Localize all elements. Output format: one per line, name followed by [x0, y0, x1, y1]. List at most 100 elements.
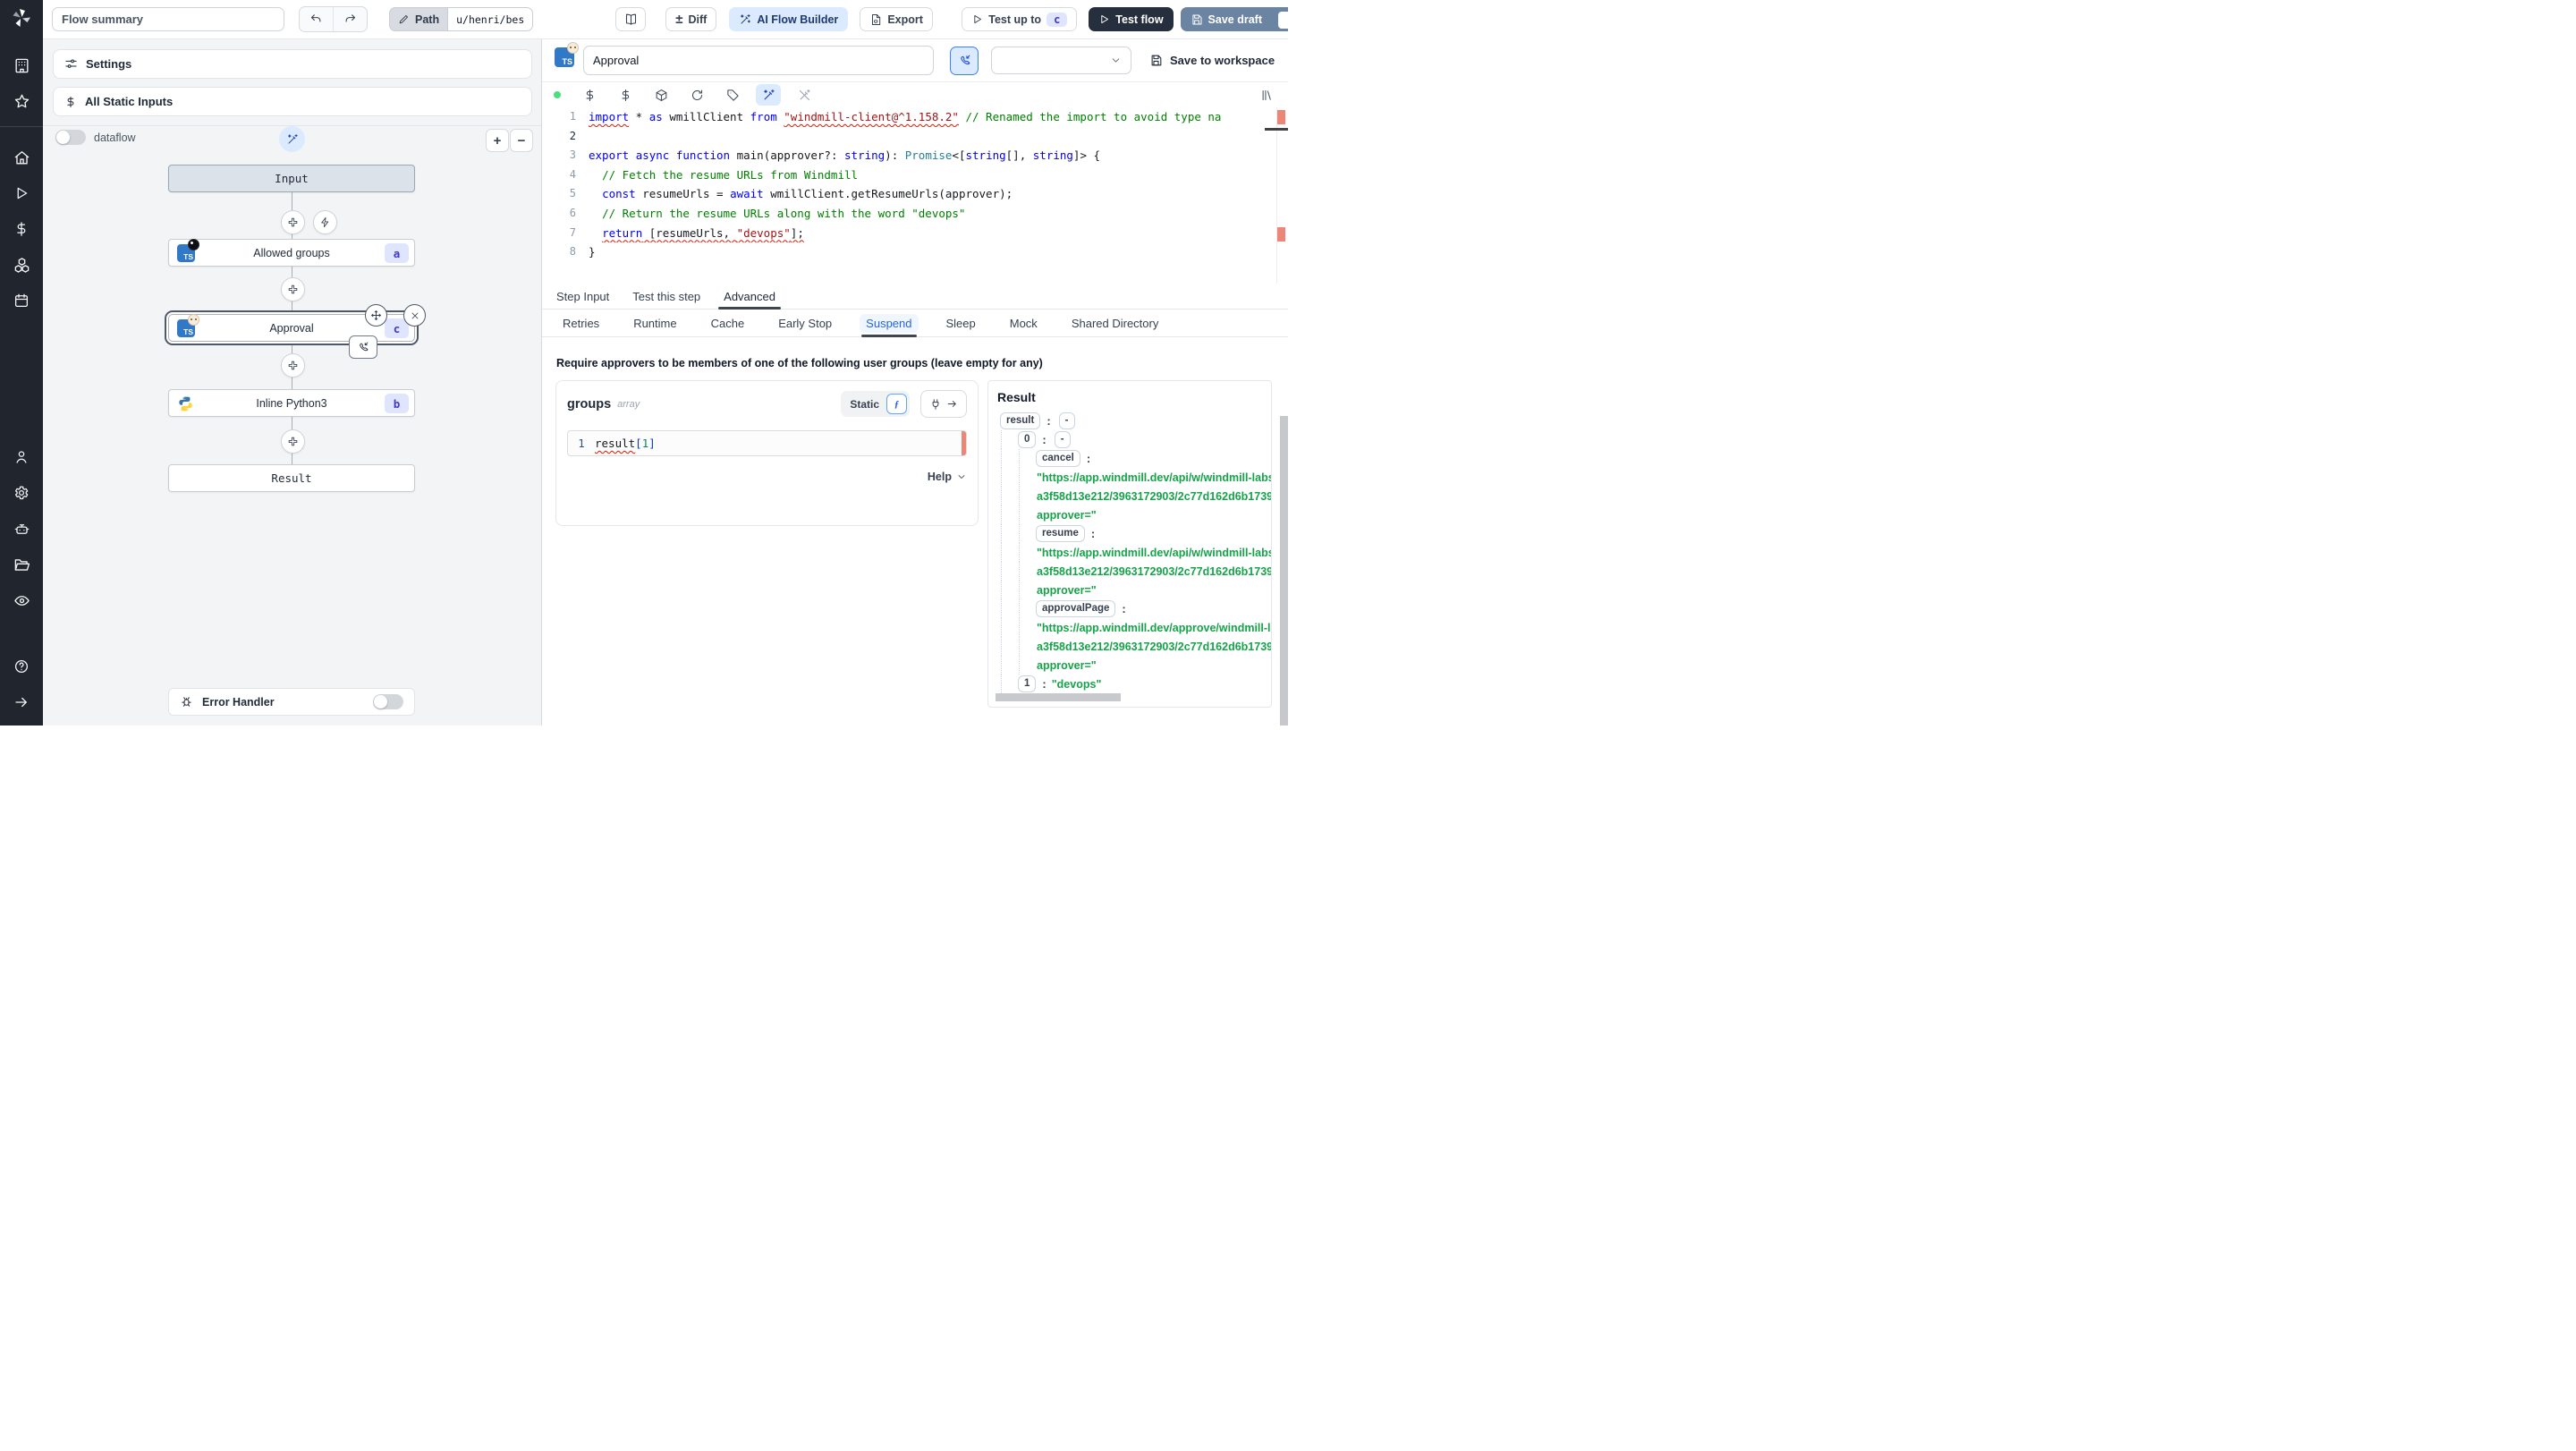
add-trigger-button[interactable] [313, 210, 337, 234]
redo-button[interactable] [333, 7, 367, 31]
step-name-input[interactable] [583, 46, 934, 75]
groups-expression-editor[interactable]: 1 result[1] [567, 430, 967, 456]
subtab-cache[interactable]: Cache [705, 310, 751, 336]
tree-guide [1019, 468, 1033, 487]
test-up-to-button[interactable]: Test up to c [962, 7, 1078, 31]
result-key-pill[interactable]: approvalPage [1036, 600, 1116, 617]
collapse-arrow-icon[interactable] [0, 684, 43, 720]
result-url-text: approver=" [1037, 658, 1097, 672]
tree-guide [1001, 599, 1015, 618]
magic-wand-icon [741, 13, 751, 24]
tab-advanced[interactable]: Advanced [718, 284, 781, 310]
magic-wand-icon [287, 133, 298, 144]
ai-wand-off-icon[interactable] [792, 84, 817, 106]
error-handler-toggle[interactable] [373, 694, 403, 709]
add-step-button[interactable] [281, 277, 305, 301]
all-static-inputs-row[interactable]: All Static Inputs [53, 87, 532, 116]
ai-assistant-wand-icon[interactable] [756, 84, 781, 106]
result-key-pill[interactable]: resume [1036, 525, 1085, 542]
user-icon[interactable] [0, 439, 43, 475]
add-step-button[interactable] [281, 429, 305, 454]
zoom-in-button[interactable]: + [486, 129, 509, 152]
test-flow-button[interactable]: Test flow [1089, 7, 1174, 31]
tree-guide [1019, 656, 1033, 675]
library-icon[interactable] [1254, 84, 1279, 106]
code-editor[interactable]: 1 import * as wmillClient from "windmill-… [542, 107, 1288, 284]
docs-book-button[interactable] [615, 7, 647, 31]
suspend-phone-badge[interactable] [349, 335, 377, 359]
add-step-button[interactable] [281, 353, 305, 378]
code-line-6: 6 // Return the resume URLs along with t… [569, 206, 966, 220]
variables-dollar-icon[interactable] [577, 84, 602, 106]
runs-play-icon[interactable] [0, 175, 43, 211]
js-expression-icon[interactable]: ƒ [886, 394, 907, 414]
save-draft-button[interactable]: Save draft [1180, 7, 1294, 31]
settings-gear-icon[interactable] [0, 475, 43, 511]
dataflow-toggle[interactable] [55, 130, 86, 145]
home-icon[interactable] [0, 140, 43, 175]
variables-dollar-icon[interactable] [0, 211, 43, 247]
export-button[interactable]: Export [860, 7, 933, 31]
result-key-pill[interactable]: cancel [1036, 450, 1080, 467]
subtab-early-stop[interactable]: Early Stop [772, 310, 838, 336]
diff-button[interactable]: ± Diff [665, 7, 717, 31]
worker-tag-select[interactable] [991, 47, 1131, 74]
subtab-suspend[interactable]: Suspend [860, 310, 919, 337]
favorites-star-icon[interactable] [0, 83, 43, 119]
panel-vertical-scrollbar[interactable] [1280, 416, 1288, 726]
flow-settings-row[interactable]: Settings [53, 49, 532, 79]
folders-icon[interactable] [0, 547, 43, 582]
connect-input-button[interactable] [920, 390, 967, 418]
result-key-pill[interactable]: 1 [1018, 675, 1037, 692]
save-to-workspace-button[interactable]: Save to workspace [1149, 54, 1275, 67]
collapse-toggle[interactable]: - [1058, 412, 1075, 429]
audit-eye-icon[interactable] [0, 582, 43, 618]
tree-guide [1019, 618, 1033, 637]
graph-node-result[interactable]: Result [168, 464, 415, 492]
graph-node-input[interactable]: Input [168, 165, 415, 192]
subtab-runtime[interactable]: Runtime [627, 310, 682, 336]
tab-step-input[interactable]: Step Input [556, 284, 609, 309]
zoom-out-button[interactable]: − [510, 129, 533, 152]
workers-robot-icon[interactable] [0, 511, 43, 547]
flow-summary-input[interactable] [52, 7, 284, 31]
collapse-toggle[interactable]: - [1054, 431, 1071, 448]
reload-icon[interactable] [684, 84, 709, 106]
tree-guide [1001, 581, 1015, 599]
error-handler-row[interactable]: Error Handler [168, 688, 415, 716]
help-toggle[interactable]: Help [567, 471, 967, 483]
graph-node-step-b[interactable]: Inline Python3 b [168, 389, 415, 417]
add-step-button[interactable] [281, 210, 305, 234]
static-js-toggle[interactable]: Static ƒ [841, 391, 910, 417]
result-panel: Result result: -0: - cancel: "https://app.wi… [987, 380, 1272, 708]
groups-field-type: array [617, 398, 640, 410]
path-control[interactable]: Path u/henri/bes [389, 7, 534, 31]
undo-button[interactable] [300, 7, 333, 31]
subtab-retries[interactable]: Retries [556, 310, 606, 336]
suspend-phone-button[interactable] [950, 46, 979, 75]
package-icon[interactable] [648, 84, 674, 106]
format-tag-icon[interactable] [720, 84, 745, 106]
subtab-sleep[interactable]: Sleep [940, 310, 982, 336]
move-step-button[interactable] [365, 304, 387, 327]
ai-flow-builder-button[interactable]: AI Flow Builder [729, 7, 849, 31]
editor-scrollbar-thumb[interactable] [1265, 128, 1288, 131]
workspace-icon[interactable] [0, 47, 43, 83]
help-icon[interactable] [0, 649, 43, 684]
resources-dollar-icon[interactable] [613, 84, 638, 106]
windmill-logo-icon[interactable] [11, 7, 32, 31]
graph-node-step-a[interactable]: TS Allowed groups a [168, 239, 415, 267]
subtab-mock[interactable]: Mock [1004, 310, 1044, 336]
ai-graph-wand-button[interactable] [279, 126, 305, 152]
delete-step-button[interactable] [403, 304, 426, 327]
result-value-line: approver=" [997, 505, 1271, 524]
result-key-pill[interactable]: 0 [1018, 431, 1037, 448]
result-key-pill[interactable]: result [1000, 412, 1041, 429]
result-horizontal-scrollbar[interactable] [996, 693, 1121, 701]
tab-test-this-step[interactable]: Test this step [632, 284, 700, 309]
subtab-shared-directory[interactable]: Shared Directory [1065, 310, 1165, 336]
chevron-down-icon [1112, 58, 1120, 63]
result-url-text: "https://app.windmill.dev/api/w/windmill… [1037, 546, 1271, 559]
resources-cubes-icon[interactable] [0, 247, 43, 283]
schedules-calendar-icon[interactable] [0, 283, 43, 318]
